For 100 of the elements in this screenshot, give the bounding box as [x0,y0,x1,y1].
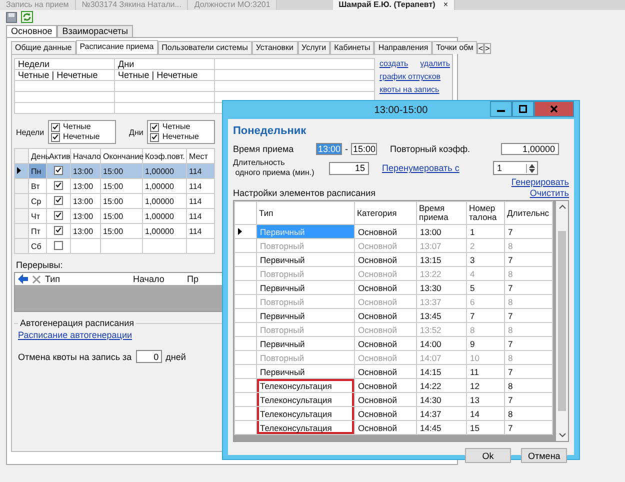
minimize-button[interactable] [490,101,512,117]
table-cell[interactable]: Первичный [256,336,354,350]
table-row[interactable]: Чт 13:00 15:00 1,00000 114 [14,208,214,224]
table-cell: 13:00 [70,194,100,208]
checkbox[interactable] [54,166,63,175]
up-arrow-icon[interactable] [529,164,535,168]
table-row[interactable]: Ср 13:00 15:00 1,00000 114 [14,194,214,208]
duration-input[interactable]: 15 [329,162,369,174]
table-cell: Основной [354,224,416,238]
column-header: Окончание [100,148,142,164]
refresh-icon[interactable] [21,11,33,23]
table-cell: Основной [354,364,416,378]
tab[interactable]: Установки [252,41,298,54]
tab[interactable]: Взаиморасчеты [57,25,134,37]
checkbox[interactable] [54,196,63,205]
table-cell[interactable]: Телеконсультация [256,392,354,406]
chevron-down-icon[interactable] [558,433,566,438]
column-header: Время приема [416,202,466,224]
coefficient-input[interactable]: 1,00000 [501,143,559,155]
tab[interactable]: Услуги [298,41,330,54]
checkbox[interactable] [51,122,60,132]
close-icon[interactable] [32,274,41,284]
table-cell: 14:00 [416,336,466,350]
table-row[interactable]: Пт 13:00 15:00 1,00000 114 [14,224,214,238]
close-button[interactable] [534,101,574,117]
time-to-input[interactable]: 15:00 [351,143,377,155]
close-icon[interactable]: × [443,0,448,10]
document-tab[interactable]: Шамрай Е.Ю. (Терапевт) × [332,0,455,10]
quota-link[interactable]: квоты на запись [379,85,450,94]
row-pointer-icon [238,228,242,234]
table-row[interactable]: Пн 13:00 15:00 1,00000 114 [14,164,214,178]
tab[interactable]: Расписание приема [76,40,158,54]
ok-button[interactable]: Ok [465,448,511,463]
table-cell[interactable]: Первичный [256,252,354,266]
tab[interactable]: Точки обм [432,41,478,54]
arrow-icon[interactable] [18,274,28,284]
checkbox[interactable] [54,240,63,250]
table-cell: Основной [354,420,416,434]
vacation-schedule-link[interactable]: график отпусков [379,72,450,81]
table-cell[interactable]: Телеконсультация [256,420,354,434]
table-cell [186,238,214,254]
maximize-button[interactable] [512,101,534,117]
create-link[interactable]: создать [379,59,408,68]
table-cell: 7 [504,392,552,406]
table-cell[interactable]: Первичный [256,280,354,294]
table-cell[interactable]: Первичный [256,364,354,378]
chevron-up-icon[interactable] [558,204,566,209]
table-cell: 8 [504,406,552,420]
tab[interactable]: Пользователи системы [158,41,252,54]
table-cell: 15:00 [100,194,142,208]
table-cell: 11 [466,364,504,378]
table-cell: 8 [504,294,552,308]
tab[interactable]: Направления [374,41,432,54]
field-label: Длительность одного приема (мин.) [233,158,316,178]
scrollbar[interactable] [556,201,568,441]
clear-link[interactable]: Очистить [530,188,569,198]
table-cell[interactable]: Четные | Нечетные [14,70,114,80]
table-cell: 12 [466,378,504,392]
table-cell: 13:00 [416,224,466,238]
table-cell: 6 [466,294,504,308]
number-spinner[interactable]: 1 [493,161,538,175]
tab[interactable]: Общие данные [11,41,76,54]
generate-link[interactable]: Генерировать [511,177,569,187]
table-cell: 13:00 [70,178,100,194]
checkbox[interactable] [54,210,63,220]
table-cell [100,238,142,254]
quota-input[interactable]: 0 [136,350,162,363]
table-cell: Основной [354,238,416,252]
table-cell: 14:45 [416,420,466,434]
table-cell: 15:00 [100,178,142,194]
checkbox-label: Четные [63,122,91,132]
table-cell[interactable]: Четные | Нечетные [114,70,214,80]
tab-scroll-button[interactable]: > [484,43,491,54]
checkbox[interactable] [150,122,160,132]
delete-link[interactable]: удалить [420,59,450,68]
table-cell: 13:45 [416,308,466,322]
table-row[interactable]: Вт 13:00 15:00 1,00000 114 [14,178,214,194]
table-cell: 8 [504,266,552,280]
table-row[interactable]: Сб [14,238,214,254]
table-cell[interactable]: Телеконсультация [256,406,354,420]
checkbox[interactable] [54,180,63,190]
tab[interactable]: Основное [6,25,58,37]
table-cell: Ср [28,194,46,208]
table-cell: Пт [28,224,46,238]
checkbox[interactable] [51,132,60,142]
tab-scroll-button[interactable]: < [477,43,484,54]
table-cell: 14:07 [416,350,466,364]
checkbox[interactable] [54,226,63,235]
checkbox[interactable] [150,132,160,142]
renumber-link[interactable]: Перенумеровать с [382,163,490,173]
table-cell[interactable]: Первичный [256,308,354,322]
cancel-button[interactable]: Отмена [521,448,567,463]
table-cell: 13:37 [416,294,466,308]
table-cell[interactable]: Телеконсультация [256,378,354,392]
table-cell: 1,00000 [142,178,186,194]
table-cell: 7 [466,308,504,322]
tab[interactable]: Кабинеты [330,41,374,54]
table-cell: Основной [354,336,416,350]
down-arrow-icon[interactable] [529,168,535,172]
table-cell: 9 [466,336,504,350]
